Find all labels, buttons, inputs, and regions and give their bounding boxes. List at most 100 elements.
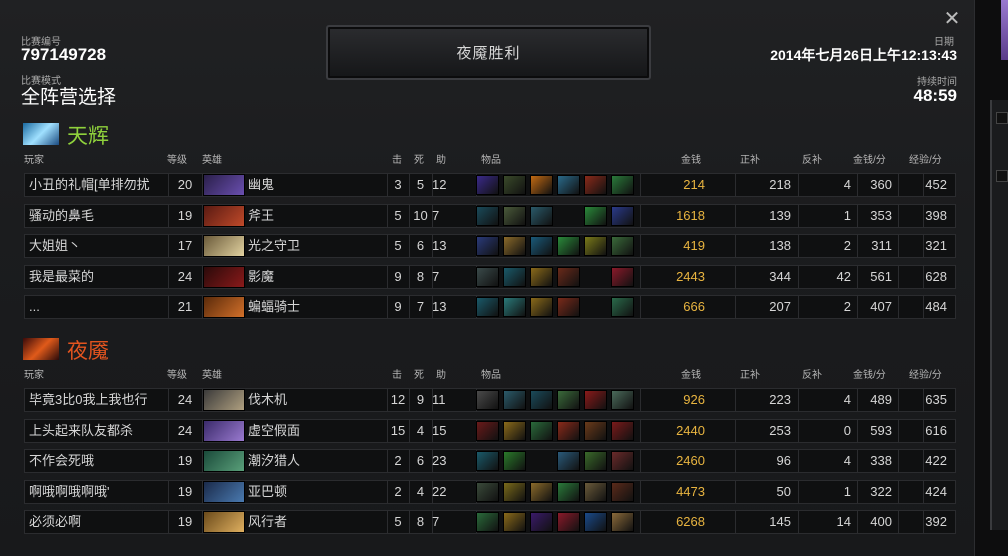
item-icon[interactable] xyxy=(530,175,553,195)
item-icon[interactable] xyxy=(476,267,499,287)
player-name[interactable]: 必须必啊 xyxy=(29,511,168,533)
item-icon[interactable] xyxy=(584,512,607,532)
item-icon[interactable] xyxy=(476,206,499,226)
hero-portrait[interactable] xyxy=(203,389,245,411)
column-header-deaths: 死 xyxy=(414,370,424,381)
item-icon[interactable] xyxy=(476,482,499,502)
player-row[interactable]: 骚动的鼻毛 19 斧王 5 10 7 1618 139 1 353 398 xyxy=(24,204,956,228)
item-icon[interactable] xyxy=(476,175,499,195)
player-row[interactable]: 大姐姐丶 17 光之守卫 5 6 13 419 138 2 311 321 xyxy=(24,234,956,258)
item-icon[interactable] xyxy=(584,236,607,256)
item-icon[interactable] xyxy=(503,451,526,471)
item-icon[interactable] xyxy=(557,512,580,532)
item-icon[interactable] xyxy=(611,482,634,502)
player-name[interactable]: 毕竟3比0我上我也行 xyxy=(29,389,168,411)
player-row[interactable]: 我是最菜的 24 影魔 9 8 7 2443 344 42 561 628 xyxy=(24,265,956,289)
player-row[interactable]: 小丑的礼帽[单排勿扰 20 幽鬼 3 5 12 214 218 4 360 452 xyxy=(24,173,956,197)
item-icon[interactable] xyxy=(503,236,526,256)
item-icon[interactable] xyxy=(503,175,526,195)
item-icon[interactable] xyxy=(611,512,634,532)
close-icon[interactable]: ✕ xyxy=(942,9,962,29)
player-name[interactable]: 啊哦啊哦啊哦' xyxy=(29,481,168,503)
hero-portrait[interactable] xyxy=(203,266,245,288)
hero-portrait[interactable] xyxy=(203,481,245,503)
player-row[interactable]: 上头起来队友都杀 24 虚空假面 15 4 15 2440 253 0 593 616 xyxy=(24,419,956,443)
item-icon[interactable] xyxy=(476,390,499,410)
deaths-value: 5 xyxy=(416,177,425,192)
item-icon[interactable] xyxy=(503,482,526,502)
item-icon[interactable] xyxy=(557,482,580,502)
item-icon[interactable] xyxy=(584,421,607,441)
player-name[interactable]: ... xyxy=(29,296,168,318)
player-row[interactable]: 啊哦啊哦啊哦' 19 亚巴顿 2 4 22 4473 50 1 322 424 xyxy=(24,480,956,504)
player-name[interactable]: 大姐姐丶 xyxy=(29,235,168,257)
item-icon[interactable] xyxy=(503,512,526,532)
item-icon[interactable] xyxy=(476,451,499,471)
item-icon[interactable] xyxy=(611,297,634,317)
item-icon[interactable] xyxy=(530,297,553,317)
item-icon[interactable] xyxy=(530,267,553,287)
hero-portrait[interactable] xyxy=(203,511,245,533)
item-icon[interactable] xyxy=(503,267,526,287)
side-mini-icon[interactable] xyxy=(996,170,1008,182)
item-icon[interactable] xyxy=(476,512,499,532)
player-row[interactable]: ... 21 蝙蝠骑士 9 7 13 666 207 2 407 484 xyxy=(24,295,956,319)
hero-name: 光之守卫 xyxy=(248,238,301,253)
item-icon[interactable] xyxy=(530,390,553,410)
player-row[interactable]: 不作会死哦 19 潮汐猎人 2 6 23 2460 96 4 338 422 xyxy=(24,449,956,473)
column-header-gpm: 金钱/分 xyxy=(853,155,886,166)
item-icon[interactable] xyxy=(530,236,553,256)
item-icon[interactable] xyxy=(584,482,607,502)
item-icon[interactable] xyxy=(530,512,553,532)
hero-portrait[interactable] xyxy=(203,235,245,257)
gold-value: 2440 xyxy=(676,423,705,438)
item-icon[interactable] xyxy=(476,297,499,317)
item-icon[interactable] xyxy=(530,482,553,502)
item-icon[interactable] xyxy=(530,206,553,226)
item-icon[interactable] xyxy=(584,390,607,410)
hero-portrait[interactable] xyxy=(203,420,245,442)
player-name[interactable]: 小丑的礼帽[单排勿扰 xyxy=(29,174,168,196)
item-icon[interactable] xyxy=(611,451,634,471)
item-icon[interactable] xyxy=(557,267,580,287)
item-icon[interactable] xyxy=(503,206,526,226)
item-icon[interactable] xyxy=(557,175,580,195)
player-level: 20 xyxy=(177,177,193,192)
side-avatar[interactable] xyxy=(1001,0,1008,60)
deaths-value: 7 xyxy=(416,299,425,314)
gpm-value: 360 xyxy=(870,177,892,192)
item-icon[interactable] xyxy=(584,206,607,226)
item-icon[interactable] xyxy=(611,175,634,195)
hero-portrait[interactable] xyxy=(203,450,245,472)
hero-portrait[interactable] xyxy=(203,205,245,227)
item-icon[interactable] xyxy=(611,236,634,256)
item-icon[interactable] xyxy=(611,206,634,226)
player-row[interactable]: 必须必啊 19 风行者 5 8 7 6268 145 14 400 392 xyxy=(24,510,956,534)
item-icon[interactable] xyxy=(611,390,634,410)
item-icon[interactable] xyxy=(584,451,607,471)
side-mini-icon[interactable] xyxy=(996,112,1008,124)
player-row[interactable]: 毕竟3比0我上我也行 24 伐木机 12 9 11 926 223 4 489 635 xyxy=(24,388,956,412)
item-icon[interactable] xyxy=(611,421,634,441)
item-icon[interactable] xyxy=(503,390,526,410)
player-name[interactable]: 我是最菜的 xyxy=(29,266,168,288)
assists-value: 15 xyxy=(432,423,447,438)
item-icon[interactable] xyxy=(584,175,607,195)
item-icon[interactable] xyxy=(557,390,580,410)
item-icon[interactable] xyxy=(557,421,580,441)
item-icon[interactable] xyxy=(557,236,580,256)
item-icon[interactable] xyxy=(557,297,580,317)
player-name[interactable]: 骚动的鼻毛 xyxy=(29,205,168,227)
item-icon[interactable] xyxy=(557,451,580,471)
player-name[interactable]: 上头起来队友都杀 xyxy=(29,420,168,442)
item-icon[interactable] xyxy=(503,421,526,441)
item-icon[interactable] xyxy=(476,236,499,256)
player-name[interactable]: 不作会死哦 xyxy=(29,450,168,472)
hero-portrait[interactable] xyxy=(203,296,245,318)
item-icon[interactable] xyxy=(476,421,499,441)
item-icon[interactable] xyxy=(611,267,634,287)
assists-value: 7 xyxy=(432,269,440,284)
item-icon[interactable] xyxy=(530,421,553,441)
hero-portrait[interactable] xyxy=(203,174,245,196)
item-icon[interactable] xyxy=(503,297,526,317)
